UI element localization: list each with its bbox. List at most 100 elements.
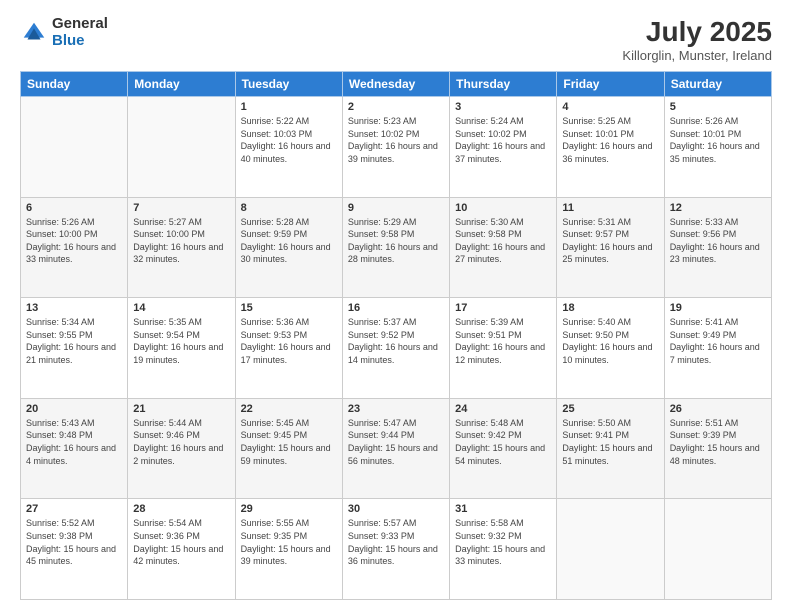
day-info: Sunrise: 5:31 AMSunset: 9:57 PMDaylight:… [562,216,658,266]
calendar-cell: 6Sunrise: 5:26 AMSunset: 10:00 PMDayligh… [21,197,128,298]
day-number: 5 [670,101,766,113]
day-info: Sunrise: 5:23 AMSunset: 10:02 PMDaylight… [348,115,444,165]
logo-icon [20,19,48,47]
calendar-cell: 22Sunrise: 5:45 AMSunset: 9:45 PMDayligh… [235,398,342,499]
day-info: Sunrise: 5:57 AMSunset: 9:33 PMDaylight:… [348,517,444,567]
calendar-header-row: SundayMondayTuesdayWednesdayThursdayFrid… [21,72,772,97]
calendar-cell: 29 Sunrise: 5:55 AMSunset: 9:35 PMDayligh… [235,499,342,600]
calendar-week-row: 1Sunrise: 5:22 AMSunset: 10:03 PMDayligh… [21,97,772,198]
calendar-cell: 11 Sunrise: 5:31 AMSunset: 9:57 PMDayligh… [557,197,664,298]
day-info: Sunrise: 5:40 AMSunset: 9:50 PMDaylight:… [562,316,658,366]
day-number: 31 [455,503,551,515]
day-number: 22 [241,403,337,415]
day-number: 30 [348,503,444,515]
day-number: 19 [670,302,766,314]
calendar-cell: 18 Sunrise: 5:40 AMSunset: 9:50 PMDayligh… [557,298,664,399]
title-block: July 2025 Killorglin, Munster, Ireland [622,16,772,63]
calendar-cell: 26 Sunrise: 5:51 AMSunset: 9:39 PMDayligh… [664,398,771,499]
day-info: Sunrise: 5:30 AMSunset: 9:58 PMDaylight:… [455,216,551,266]
logo: General Blue [20,16,108,49]
day-info: Sunrise: 5:50 AMSunset: 9:41 PMDaylight:… [562,417,658,467]
calendar-cell: 19Sunrise: 5:41 AMSunset: 9:49 PMDayligh… [664,298,771,399]
day-of-week-header: Wednesday [342,72,449,97]
calendar-cell: 5 Sunrise: 5:26 AMSunset: 10:01 PMDayligh… [664,97,771,198]
day-info: Sunrise: 5:22 AMSunset: 10:03 PMDaylight… [241,115,337,165]
day-number: 15 [241,302,337,314]
calendar-cell: 9Sunrise: 5:29 AMSunset: 9:58 PMDaylight… [342,197,449,298]
calendar-cell: 20 Sunrise: 5:43 AMSunset: 9:48 PMDayligh… [21,398,128,499]
day-number: 4 [562,101,658,113]
day-number: 29 [241,503,337,515]
calendar-cell: 12Sunrise: 5:33 AMSunset: 9:56 PMDayligh… [664,197,771,298]
calendar-cell [21,97,128,198]
calendar-cell: 7 Sunrise: 5:27 AMSunset: 10:00 PMDayligh… [128,197,235,298]
day-info: Sunrise: 5:44 AMSunset: 9:46 PMDaylight:… [133,417,229,467]
calendar-cell: 30 Sunrise: 5:57 AMSunset: 9:33 PMDayligh… [342,499,449,600]
day-number: 26 [670,403,766,415]
calendar-cell: 1Sunrise: 5:22 AMSunset: 10:03 PMDayligh… [235,97,342,198]
calendar-cell: 17 Sunrise: 5:39 AMSunset: 9:51 PMDayligh… [450,298,557,399]
day-number: 10 [455,202,551,214]
day-of-week-header: Saturday [664,72,771,97]
day-number: 8 [241,202,337,214]
day-info: Sunrise: 5:33 AMSunset: 9:56 PMDaylight:… [670,216,766,266]
day-info: Sunrise: 5:48 AMSunset: 9:42 PMDaylight:… [455,417,551,467]
day-info: Sunrise: 5:27 AMSunset: 10:00 PMDaylight… [133,216,229,266]
day-of-week-header: Tuesday [235,72,342,97]
calendar-week-row: 20 Sunrise: 5:43 AMSunset: 9:48 PMDayligh… [21,398,772,499]
day-info: Sunrise: 5:37 AMSunset: 9:52 PMDaylight:… [348,316,444,366]
day-info: Sunrise: 5:28 AMSunset: 9:59 PMDaylight:… [241,216,337,266]
calendar-cell: 27Sunrise: 5:52 AMSunset: 9:38 PMDayligh… [21,499,128,600]
day-of-week-header: Sunday [21,72,128,97]
day-info: Sunrise: 5:43 AMSunset: 9:48 PMDaylight:… [26,417,122,467]
calendar-week-row: 13Sunrise: 5:34 AMSunset: 9:55 PMDayligh… [21,298,772,399]
day-info: Sunrise: 5:47 AMSunset: 9:44 PMDaylight:… [348,417,444,467]
day-info: Sunrise: 5:35 AMSunset: 9:54 PMDaylight:… [133,316,229,366]
calendar-cell: 15 Sunrise: 5:36 AMSunset: 9:53 PMDayligh… [235,298,342,399]
day-info: Sunrise: 5:24 AMSunset: 10:02 PMDaylight… [455,115,551,165]
calendar-cell: 25 Sunrise: 5:50 AMSunset: 9:41 PMDayligh… [557,398,664,499]
day-of-week-header: Monday [128,72,235,97]
day-of-week-header: Friday [557,72,664,97]
day-info: Sunrise: 5:51 AMSunset: 9:39 PMDaylight:… [670,417,766,467]
day-number: 17 [455,302,551,314]
day-number: 16 [348,302,444,314]
day-number: 11 [562,202,658,214]
calendar-cell: 4Sunrise: 5:25 AMSunset: 10:01 PMDayligh… [557,97,664,198]
calendar-cell: 3 Sunrise: 5:24 AMSunset: 10:02 PMDayligh… [450,97,557,198]
day-number: 18 [562,302,658,314]
calendar-cell: 10 Sunrise: 5:30 AMSunset: 9:58 PMDayligh… [450,197,557,298]
day-number: 7 [133,202,229,214]
day-number: 21 [133,403,229,415]
calendar-cell: 23 Sunrise: 5:47 AMSunset: 9:44 PMDayligh… [342,398,449,499]
day-info: Sunrise: 5:52 AMSunset: 9:38 PMDaylight:… [26,517,122,567]
day-info: Sunrise: 5:54 AMSunset: 9:36 PMDaylight:… [133,517,229,567]
day-number: 20 [26,403,122,415]
logo-text: General Blue [52,16,108,49]
day-number: 23 [348,403,444,415]
day-number: 28 [133,503,229,515]
logo-general: General [52,16,108,33]
day-number: 3 [455,101,551,113]
calendar-week-row: 27Sunrise: 5:52 AMSunset: 9:38 PMDayligh… [21,499,772,600]
day-info: Sunrise: 5:36 AMSunset: 9:53 PMDaylight:… [241,316,337,366]
day-number: 14 [133,302,229,314]
day-number: 25 [562,403,658,415]
day-info: Sunrise: 5:55 AMSunset: 9:35 PMDaylight:… [241,517,337,567]
header: General Blue July 2025 Killorglin, Munst… [20,16,772,63]
calendar-cell: 31Sunrise: 5:58 AMSunset: 9:32 PMDayligh… [450,499,557,600]
calendar-cell: 28 Sunrise: 5:54 AMSunset: 9:36 PMDayligh… [128,499,235,600]
calendar-cell: 21 Sunrise: 5:44 AMSunset: 9:46 PMDayligh… [128,398,235,499]
day-info: Sunrise: 5:26 AMSunset: 10:00 PMDaylight… [26,216,122,266]
calendar-cell: 16 Sunrise: 5:37 AMSunset: 9:52 PMDayligh… [342,298,449,399]
day-info: Sunrise: 5:39 AMSunset: 9:51 PMDaylight:… [455,316,551,366]
calendar-cell [664,499,771,600]
day-number: 9 [348,202,444,214]
calendar-cell: 8 Sunrise: 5:28 AMSunset: 9:59 PMDaylight… [235,197,342,298]
calendar-cell [557,499,664,600]
month-year: July 2025 [622,16,772,48]
location: Killorglin, Munster, Ireland [622,48,772,63]
day-number: 24 [455,403,551,415]
day-info: Sunrise: 5:26 AMSunset: 10:01 PMDaylight… [670,115,766,165]
logo-blue: Blue [52,33,108,50]
